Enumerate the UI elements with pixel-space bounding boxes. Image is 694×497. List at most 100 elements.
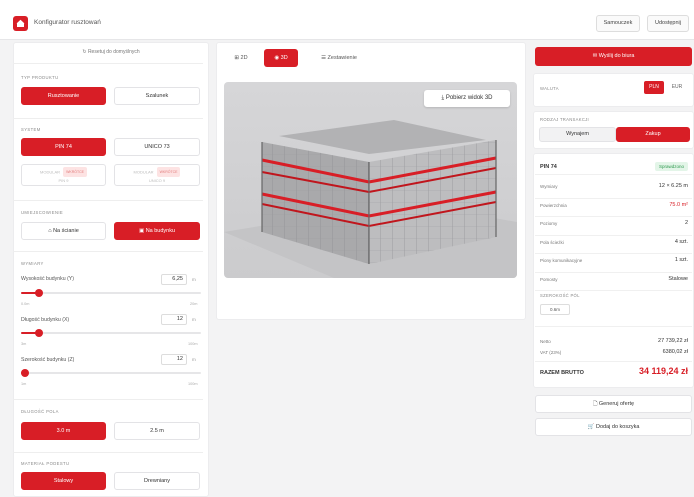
product-type-formwork[interactable]: Szalunek xyxy=(114,87,200,105)
currency-label: WALUTA xyxy=(540,86,559,91)
send-to-office-button[interactable]: ✉ Wyślij do biura xyxy=(535,47,692,66)
send-label: Wyślij do biura xyxy=(598,53,635,59)
gross-value: 34 119,24 zł xyxy=(638,366,688,376)
width-input[interactable]: 12 xyxy=(161,354,187,365)
divider xyxy=(13,399,203,400)
width-max: 100m xyxy=(188,382,198,386)
reset-defaults-link[interactable]: ↻ Resetuj do domyślnych xyxy=(13,49,209,55)
divider xyxy=(13,452,203,453)
field-length-label: DŁUGOŚĆ POLA xyxy=(21,409,59,414)
summary-row-label: Powierzchnia xyxy=(540,202,567,208)
divider xyxy=(535,234,692,236)
offer-label: Generuj ofertę xyxy=(598,401,635,407)
platform-wood[interactable]: Drewniany xyxy=(114,472,200,490)
currency-pln[interactable]: PLN xyxy=(644,81,664,94)
platform-steel[interactable]: Stalowy xyxy=(21,472,106,490)
generate-offer-button[interactable]: 🗋 Generuj ofertę xyxy=(535,395,692,413)
placement-wall[interactable]: ⌂ Na ścianie xyxy=(21,222,106,240)
add-to-cart-button[interactable]: 🛒 Dodaj do koszyka xyxy=(535,418,692,436)
summary-row-value: Stalowe xyxy=(668,275,688,282)
divider xyxy=(535,361,692,362)
placement-label: UMIEJSCOWIENIE xyxy=(21,210,64,215)
cart-label: Dodaj do koszyka xyxy=(595,424,640,430)
height-label: Wysokość budynku (Y) xyxy=(21,276,74,282)
length-input[interactable]: 12 xyxy=(161,314,187,325)
height-slider[interactable] xyxy=(21,289,201,297)
transaction-label: RODZAJ TRANSAKCJI xyxy=(540,117,589,122)
divider xyxy=(535,290,692,291)
width-label: Szerokość budynku (Z) xyxy=(21,357,75,363)
net-label: Netto xyxy=(540,339,551,344)
tab-summary-label: Zestawienie xyxy=(327,55,357,61)
length-slider[interactable] xyxy=(21,329,201,337)
divider xyxy=(13,251,203,252)
soon-badge: WKRÓTCE xyxy=(156,167,181,177)
dimensions-label: WYMIARY xyxy=(21,261,44,266)
download-label: Pobierz widok 3D xyxy=(445,95,493,101)
placement-wall-label: Na ścianie xyxy=(53,228,79,234)
summary-row-label: Poziomy xyxy=(540,221,558,226)
summary-row-label: Piony komunikacyjne xyxy=(540,258,583,263)
reset-label: Resetuj do domyślnych xyxy=(87,49,140,55)
cart-icon: 🛒 xyxy=(587,424,596,430)
width-min: 1m xyxy=(21,382,27,386)
transaction-rent[interactable]: Wynajem xyxy=(539,127,616,142)
tab-3d[interactable]: ◉ 3D xyxy=(264,49,298,67)
divider xyxy=(535,216,692,217)
gross-label: RAZEM BRUTTO xyxy=(540,370,584,376)
width-slider[interactable] xyxy=(20,369,201,377)
height-min: 0.0m xyxy=(21,302,30,306)
net-value: 27 739,22 zł xyxy=(658,338,688,344)
height-slider-thumb[interactable] xyxy=(35,289,43,297)
divider xyxy=(13,118,203,119)
divider xyxy=(535,174,692,175)
scaffold-logo-icon xyxy=(16,19,25,27)
product-type-label: TYP PRODUKTU xyxy=(21,75,59,80)
height-input[interactable]: 6,25 xyxy=(161,274,187,285)
summary-row-value: 1 szt. xyxy=(674,257,688,263)
placement-building[interactable]: ▣ Na budynku xyxy=(114,222,200,240)
top-bar: Konfigurator rusztowań Samouczek Udostęp… xyxy=(0,0,694,40)
divider xyxy=(535,326,692,327)
transaction-buy[interactable]: Zakup xyxy=(616,127,690,142)
height-max: 20m xyxy=(190,302,198,306)
field-width-chip[interactable]: 0.6m xyxy=(540,304,570,315)
system-unico73[interactable]: UNICO 73 xyxy=(114,138,200,156)
app-title: Konfigurator rusztowań xyxy=(34,19,101,26)
summary-row-value: 12 × 6.25 m xyxy=(658,183,688,189)
platform-material-label: MATERIAŁ PODESTU xyxy=(21,461,70,466)
download-3d-button[interactable]: ⤓ Pobierz widok 3D xyxy=(424,90,510,107)
app-logo xyxy=(13,16,28,31)
vat-label: VAT (23%) xyxy=(540,350,562,355)
tab-3d-label: 3D xyxy=(280,55,288,61)
divider xyxy=(13,63,203,64)
length-slider-thumb[interactable] xyxy=(35,329,43,337)
divider xyxy=(535,271,692,273)
summary-system: PIN 74 xyxy=(540,164,557,170)
system-pin74[interactable]: PIN 74 xyxy=(21,138,106,156)
summary-row-label: Pola ścieżki xyxy=(540,239,564,245)
field-width-label: SZEROKOŚĆ PÓL xyxy=(540,293,580,298)
length-max: 100m xyxy=(188,342,198,346)
field-length-3m[interactable]: 3.0 m xyxy=(21,422,106,440)
system-modular-unico9: MODULAR WKRÓTCE UNICO 9 xyxy=(114,164,200,186)
tab-2d-label: 2D xyxy=(240,55,248,61)
modular-sub: PIN 9 xyxy=(58,178,69,183)
summary-row-label: Pomosty xyxy=(540,276,558,282)
soon-badge: WKRÓTCE xyxy=(63,167,87,177)
length-label: Długość budynku (X) xyxy=(21,317,70,323)
length-unit: m xyxy=(192,317,196,322)
guide-button[interactable]: Samouczek xyxy=(596,15,640,32)
share-button[interactable]: Udostępnij xyxy=(647,15,689,32)
field-length-2-5m[interactable]: 2.5 m xyxy=(114,422,200,440)
tab-summary[interactable]: ☰ Zestawienie xyxy=(306,49,372,67)
width-slider-thumb[interactable] xyxy=(20,369,29,377)
summary-row-value: 75.0 m² xyxy=(669,201,688,208)
modular-name: MODULAR xyxy=(133,169,154,175)
product-type-scaffold[interactable]: Rusztowanie xyxy=(21,87,106,105)
modular-sub: UNICO 9 xyxy=(148,178,166,183)
currency-eur[interactable]: EUR xyxy=(666,81,688,94)
tab-2d[interactable]: ⊞ 2D xyxy=(226,49,256,67)
summary-row-value: 4 szt. xyxy=(674,238,688,245)
3d-viewport[interactable] xyxy=(224,82,517,278)
